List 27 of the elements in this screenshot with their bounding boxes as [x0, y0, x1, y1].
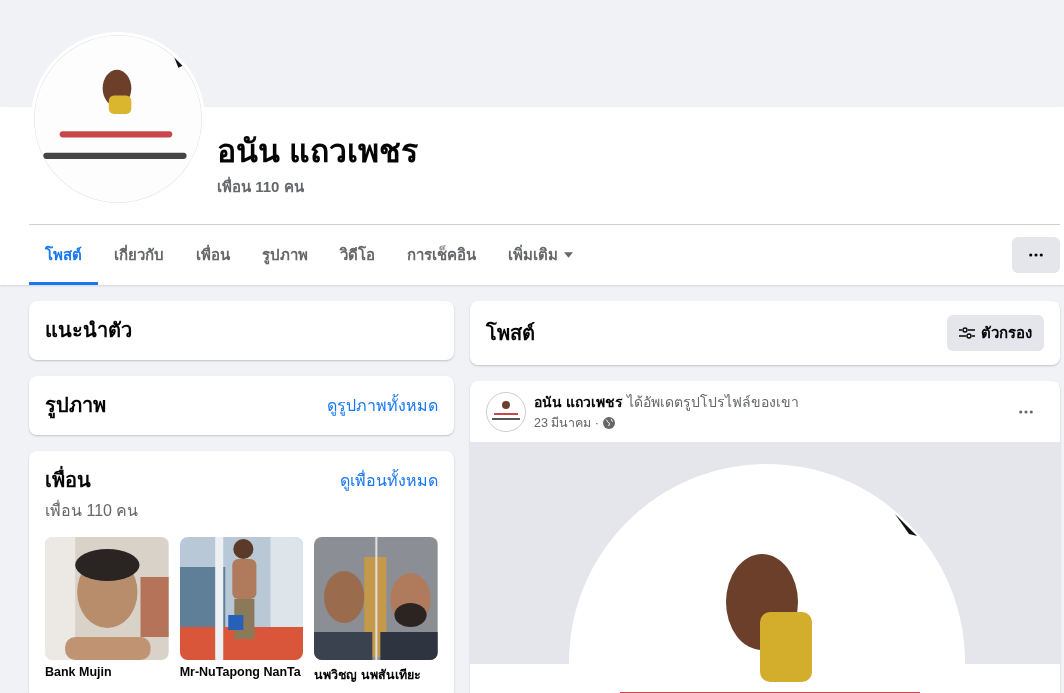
card-title: แนะนำตัว: [45, 318, 133, 343]
profile-tab[interactable]: โพสต์: [29, 225, 98, 285]
friend-count: เพื่อน 110 คน: [45, 499, 140, 521]
friend-name[interactable]: นพวิชญ นพสันเทียะ: [314, 665, 438, 685]
post-date: 23 มีนาคม ·: [534, 414, 599, 432]
card-title: รูปภาพ: [45, 390, 106, 421]
card-title: เพื่อน: [45, 465, 91, 496]
more-icon: [1019, 409, 1033, 414]
profile-tab[interactable]: เพิ่มเติม: [492, 225, 589, 285]
profile-tab[interactable]: การเช็คอิน: [391, 225, 492, 285]
post-headline: อนัน แถวเพชร ได้อัพเดตรูปโปรไฟล์ของเขา: [534, 392, 800, 413]
profile-tab[interactable]: เกี่ยวกับ: [98, 225, 180, 285]
more-icon: [1029, 253, 1043, 257]
profile-tab[interactable]: เพื่อน: [180, 225, 246, 285]
profile-name: อนัน แถวเพชร: [217, 132, 418, 171]
friend-name[interactable]: Mr-NuTapong NanTa: [179, 665, 304, 679]
globe-icon: [603, 416, 615, 429]
filter-icon: [959, 327, 975, 339]
friend-name[interactable]: Bank Mujin: [45, 665, 169, 679]
friend-count: เพื่อน 110 คน: [217, 175, 305, 197]
profile-tab[interactable]: วิดีโอ: [324, 225, 391, 285]
see-all-photos-link[interactable]: ดูรูปภาพทั้งหมด: [327, 393, 438, 418]
see-all-friends-link[interactable]: ดูเพื่อนทั้งหมด: [340, 468, 438, 493]
profile-tab[interactable]: รูปภาพ: [246, 225, 324, 285]
more-button[interactable]: [1012, 237, 1060, 273]
filter-button[interactable]: ตัวกรอง: [947, 315, 1044, 351]
card-title: โพสต์: [486, 320, 535, 346]
